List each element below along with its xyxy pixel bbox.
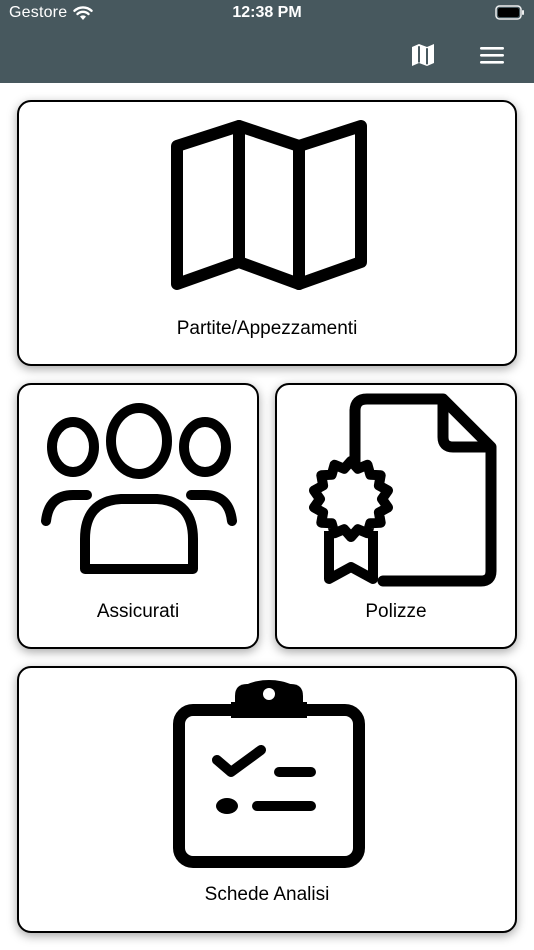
map-icon — [412, 44, 434, 66]
schede-analisi-card[interactable]: Schede Analisi — [17, 666, 517, 933]
hamburger-menu-icon — [480, 47, 504, 64]
assicurati-card[interactable]: Assicurati — [17, 383, 259, 649]
people-group-icon — [41, 403, 237, 574]
card-label: Partite/Appezzamenti — [176, 318, 358, 339]
card-label: Assicurati — [96, 601, 180, 622]
status-time: 12:38 PM — [232, 4, 302, 21]
certificate-document-icon — [309, 393, 497, 587]
menu-button[interactable] — [475, 38, 509, 72]
app-header: Gestore 12:38 PM — [0, 0, 534, 83]
polizze-card[interactable]: Polizze — [275, 383, 517, 649]
clipboard-checklist-icon — [173, 680, 365, 868]
status-bar: Gestore 12:38 PM — [0, 0, 534, 28]
battery-icon — [495, 5, 524, 20]
partite-appezzamenti-card[interactable]: Partite/Appezzamenti — [17, 100, 517, 366]
map-icon — [171, 120, 367, 290]
map-button[interactable] — [406, 38, 440, 72]
card-label: Schede Analisi — [204, 884, 330, 905]
card-label: Polizze — [365, 601, 427, 622]
